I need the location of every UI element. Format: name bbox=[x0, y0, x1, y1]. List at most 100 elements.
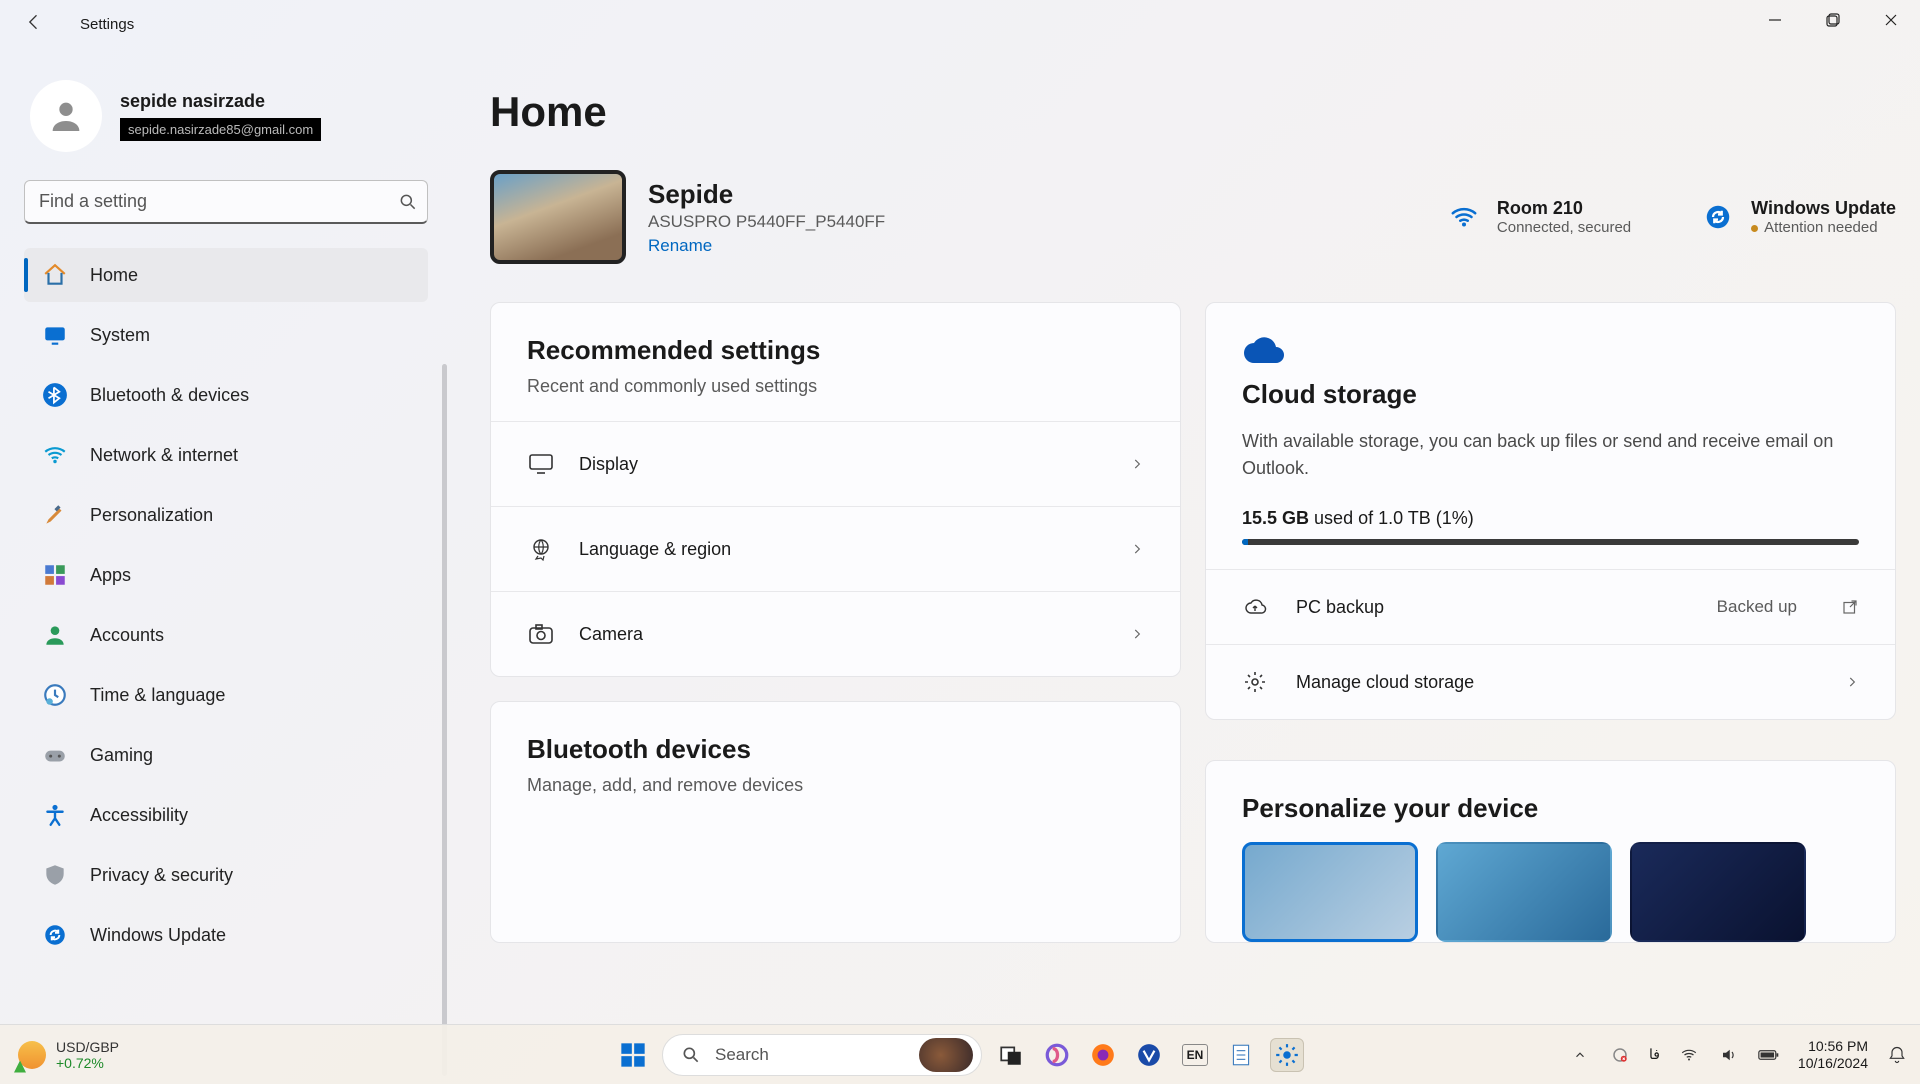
search-highlight-icon bbox=[919, 1038, 973, 1072]
tray-battery-icon[interactable] bbox=[1758, 1044, 1780, 1066]
theme-thumb-2[interactable] bbox=[1436, 842, 1612, 942]
tray-time: 10:56 PM bbox=[1798, 1038, 1868, 1055]
cloud-desc: With available storage, you can back up … bbox=[1242, 428, 1859, 482]
taskbar-lang-en[interactable]: EN bbox=[1178, 1038, 1212, 1072]
globe-icon bbox=[527, 535, 555, 563]
device-wallpaper-thumb[interactable] bbox=[490, 170, 626, 264]
chevron-right-icon bbox=[1130, 457, 1144, 471]
nav-item-apps[interactable]: Apps bbox=[24, 548, 428, 602]
nav-list: Home System Bluetooth & devices Network & i… bbox=[24, 248, 428, 962]
taskbar-search-label: Search bbox=[715, 1045, 769, 1065]
back-button[interactable] bbox=[24, 12, 48, 36]
taskbar: USD/GBP +0.72% Search EN فا 10:56 PM 10/… bbox=[0, 1024, 1920, 1084]
nav-label: Time & language bbox=[90, 685, 225, 706]
tray-app-icon[interactable] bbox=[1609, 1044, 1631, 1066]
nav-item-update[interactable]: Windows Update bbox=[24, 908, 428, 962]
tray-overflow-icon[interactable] bbox=[1569, 1044, 1591, 1066]
theme-thumb-1[interactable] bbox=[1242, 842, 1418, 942]
cloud-usage: 15.5 GB used of 1.0 TB (1%) bbox=[1242, 508, 1859, 529]
nav-label: Apps bbox=[90, 565, 131, 586]
row-label: Display bbox=[579, 454, 638, 475]
recommended-sub: Recent and commonly used settings bbox=[527, 376, 1144, 397]
tray-lang[interactable]: فا bbox=[1649, 1046, 1660, 1063]
gear-icon bbox=[1242, 669, 1268, 695]
nav-item-wifi[interactable]: Network & internet bbox=[24, 428, 428, 482]
nav-item-clock[interactable]: Time & language bbox=[24, 668, 428, 722]
chevron-right-icon bbox=[1845, 675, 1859, 689]
taskbar-app-settings[interactable] bbox=[1270, 1038, 1304, 1072]
close-button[interactable] bbox=[1862, 0, 1920, 40]
search-input[interactable] bbox=[24, 180, 428, 224]
minimize-button[interactable] bbox=[1746, 0, 1804, 40]
bluetooth-sub: Manage, add, and remove devices bbox=[527, 775, 1144, 796]
taskbar-app-v[interactable] bbox=[1132, 1038, 1166, 1072]
nav-label: Home bbox=[90, 265, 138, 286]
recommended-row-camera[interactable]: Camera bbox=[491, 591, 1180, 676]
nav-item-shield[interactable]: Privacy & security bbox=[24, 848, 428, 902]
nav-item-gamepad[interactable]: Gaming bbox=[24, 728, 428, 782]
cloud-title: Cloud storage bbox=[1242, 379, 1859, 410]
cloud-progress bbox=[1242, 539, 1859, 545]
search-wrap bbox=[24, 180, 428, 224]
nav-item-system[interactable]: System bbox=[24, 308, 428, 362]
taskbar-app-notepad[interactable] bbox=[1224, 1038, 1258, 1072]
brush-icon bbox=[42, 502, 68, 528]
device-name: Sepide bbox=[648, 179, 885, 210]
display-icon bbox=[527, 450, 555, 478]
nav-label: Accounts bbox=[90, 625, 164, 646]
row-label: Camera bbox=[579, 624, 643, 645]
apps-icon bbox=[42, 562, 68, 588]
chevron-right-icon bbox=[1130, 627, 1144, 641]
update-icon bbox=[42, 922, 68, 948]
recommended-row-display[interactable]: Display bbox=[491, 421, 1180, 506]
cloud-up-icon bbox=[1242, 594, 1268, 620]
maximize-button[interactable] bbox=[1804, 0, 1862, 40]
recommended-card: Recommended settings Recent and commonly… bbox=[490, 302, 1181, 677]
search-icon[interactable] bbox=[398, 192, 418, 212]
update-sub: Attention needed bbox=[1751, 219, 1896, 236]
nav-label: Privacy & security bbox=[90, 865, 233, 886]
update-title: Windows Update bbox=[1751, 198, 1896, 219]
theme-thumb-3[interactable] bbox=[1630, 842, 1806, 942]
profile-block[interactable]: sepide nasirzade sepide.nasirzade85@gmai… bbox=[24, 60, 428, 176]
nav-label: Bluetooth & devices bbox=[90, 385, 249, 406]
tray-clock[interactable]: 10:56 PM 10/16/2024 bbox=[1798, 1038, 1868, 1072]
task-view-button[interactable] bbox=[994, 1038, 1028, 1072]
wifi-icon bbox=[1447, 200, 1481, 234]
nav-item-person[interactable]: Accounts bbox=[24, 608, 428, 662]
tray-volume-icon[interactable] bbox=[1718, 1044, 1740, 1066]
cloud-row-gear[interactable]: Manage cloud storage bbox=[1206, 644, 1895, 719]
taskbar-app-copilot[interactable] bbox=[1040, 1038, 1074, 1072]
device-info: Sepide ASUSPRO P5440FF_P5440FF Rename bbox=[648, 179, 885, 256]
titlebar: Settings bbox=[0, 0, 1920, 48]
wifi-status[interactable]: Room 210 Connected, secured bbox=[1447, 198, 1631, 236]
cloud-row-cloud-up[interactable]: PC backupBacked up bbox=[1206, 569, 1895, 644]
taskbar-search[interactable]: Search bbox=[662, 1034, 982, 1076]
start-button[interactable] bbox=[616, 1038, 650, 1072]
home-icon bbox=[42, 262, 68, 288]
nav-item-accessibility[interactable]: Accessibility bbox=[24, 788, 428, 842]
rename-link[interactable]: Rename bbox=[648, 236, 712, 256]
nav-item-brush[interactable]: Personalization bbox=[24, 488, 428, 542]
sidebar-scrollbar[interactable] bbox=[442, 364, 447, 1076]
tray-wifi-icon[interactable] bbox=[1678, 1044, 1700, 1066]
nav-item-home[interactable]: Home bbox=[24, 248, 428, 302]
nav-label: System bbox=[90, 325, 150, 346]
system-icon bbox=[42, 322, 68, 348]
tray-notifications-icon[interactable] bbox=[1886, 1044, 1908, 1066]
nav-label: Windows Update bbox=[90, 925, 226, 946]
page-title: Home bbox=[490, 88, 1896, 136]
nav-label: Gaming bbox=[90, 745, 153, 766]
taskbar-app-firefox[interactable] bbox=[1086, 1038, 1120, 1072]
nav-item-bluetooth[interactable]: Bluetooth & devices bbox=[24, 368, 428, 422]
recommended-row-globe[interactable]: Language & region bbox=[491, 506, 1180, 591]
clock-icon bbox=[42, 682, 68, 708]
news-line1: USD/GBP bbox=[56, 1039, 119, 1055]
update-status[interactable]: Windows Update Attention needed bbox=[1701, 198, 1896, 236]
nav-label: Network & internet bbox=[90, 445, 238, 466]
nav-label: Accessibility bbox=[90, 805, 188, 826]
window-title: Settings bbox=[80, 16, 134, 33]
taskbar-news-widget[interactable]: USD/GBP +0.72% bbox=[18, 1039, 119, 1071]
search-icon bbox=[681, 1045, 701, 1065]
nav-label: Personalization bbox=[90, 505, 213, 526]
